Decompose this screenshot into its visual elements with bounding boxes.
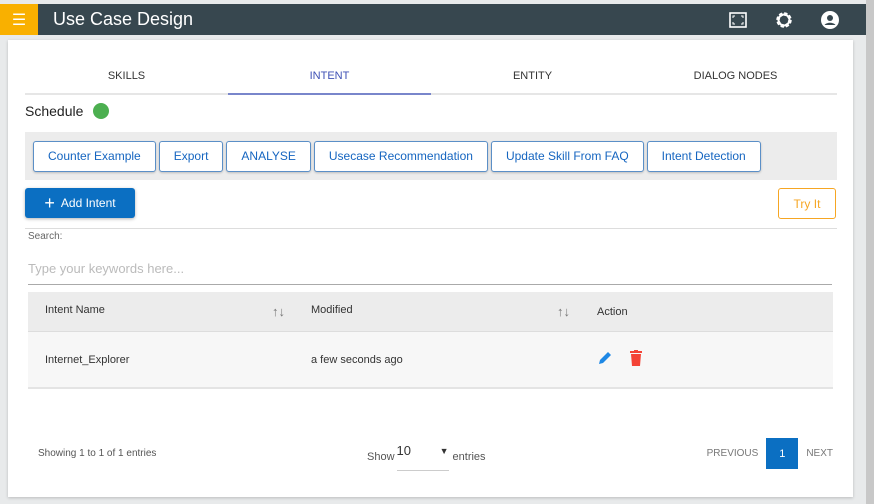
fullscreen-icon[interactable] [728, 10, 748, 30]
previous-button[interactable]: PREVIOUS [707, 448, 759, 459]
schedule-label: Schedule [25, 103, 84, 119]
cell-intent-name: Internet_Explorer [45, 353, 130, 366]
sort-icon[interactable]: ↑↓ [557, 304, 570, 319]
header-label: Modified [311, 304, 353, 316]
action-toolbar: Counter Example Export ANALYSE Usecase R… [25, 132, 837, 180]
tab-skills[interactable]: SKILLS [25, 62, 228, 93]
menu-icon: ☰ [11, 11, 27, 29]
header-label: Intent Name [45, 304, 105, 316]
search-label: Search: [28, 231, 63, 242]
gear-icon[interactable] [774, 10, 794, 30]
table-header: Intent Name ↑↓ Modified ↑↓ Action [28, 292, 833, 332]
add-intent-label: Add Intent [60, 196, 116, 210]
usecase-recommendation-button[interactable]: Usecase Recommendation [313, 140, 488, 172]
table-footer: Showing 1 to 1 of 1 entries Show 10 ▼ ent… [38, 438, 833, 472]
page-size-control: Show 10 ▼ entries [367, 443, 486, 471]
page-size-select[interactable]: 10 ▼ [396, 443, 449, 471]
status-indicator [93, 103, 110, 119]
top-bar: ☰ Use Case Design [0, 4, 866, 35]
dropdown-caret-icon: ▼ [439, 446, 449, 456]
schedule-status: Schedule [25, 103, 110, 119]
header-intent-name[interactable]: Intent Name ↑↓ [28, 304, 293, 319]
table-row: Internet_Explorer a few seconds ago [28, 332, 833, 389]
counter-example-button[interactable]: Counter Example [33, 140, 156, 172]
entries-label: entries [452, 451, 486, 463]
entries-info: Showing 1 to 1 of 1 entries [38, 448, 157, 459]
cell-actions [580, 350, 643, 369]
delete-icon[interactable] [629, 350, 643, 369]
search-input[interactable] [28, 252, 832, 285]
sort-icon[interactable]: ↑↓ [272, 304, 285, 319]
intent-detection-button[interactable]: Intent Detection [646, 140, 761, 172]
tab-dialog-nodes[interactable]: DIALOG NODES [634, 62, 837, 93]
account-icon[interactable] [820, 10, 840, 30]
plus-icon: + [44, 193, 55, 213]
menu-button[interactable]: ☰ [0, 4, 38, 35]
intent-table: Intent Name ↑↓ Modified ↑↓ Action Internet… [28, 292, 833, 389]
edit-icon[interactable] [597, 350, 613, 369]
page-size-value: 10 [396, 443, 411, 458]
tab-bar: SKILLS INTENT ENTITY DIALOG NODES [25, 62, 837, 95]
page-1-button[interactable]: 1 [766, 438, 799, 469]
analyse-button[interactable]: ANALYSE [226, 140, 311, 172]
main-card: SKILLS INTENT ENTITY DIALOG NODES Schedu… [8, 40, 853, 497]
divider [25, 228, 837, 229]
next-button[interactable]: NEXT [806, 448, 833, 459]
export-button[interactable]: Export [158, 140, 224, 172]
tab-entity[interactable]: ENTITY [431, 62, 634, 93]
update-skill-from-faq-button[interactable]: Update Skill From FAQ [490, 140, 644, 172]
try-it-button[interactable]: Try It [778, 188, 836, 219]
add-intent-button[interactable]: + Add Intent [25, 188, 135, 218]
header-action: Action [597, 305, 628, 318]
scrollbar[interactable] [866, 0, 874, 504]
pagination: PREVIOUS 1 NEXT [707, 438, 833, 469]
header-modified[interactable]: Modified ↑↓ [293, 304, 580, 319]
app-title: Use Case Design [53, 9, 194, 29]
cell-modified: a few seconds ago [311, 353, 403, 366]
tab-intent[interactable]: INTENT [228, 62, 431, 95]
show-label: Show [367, 451, 395, 463]
